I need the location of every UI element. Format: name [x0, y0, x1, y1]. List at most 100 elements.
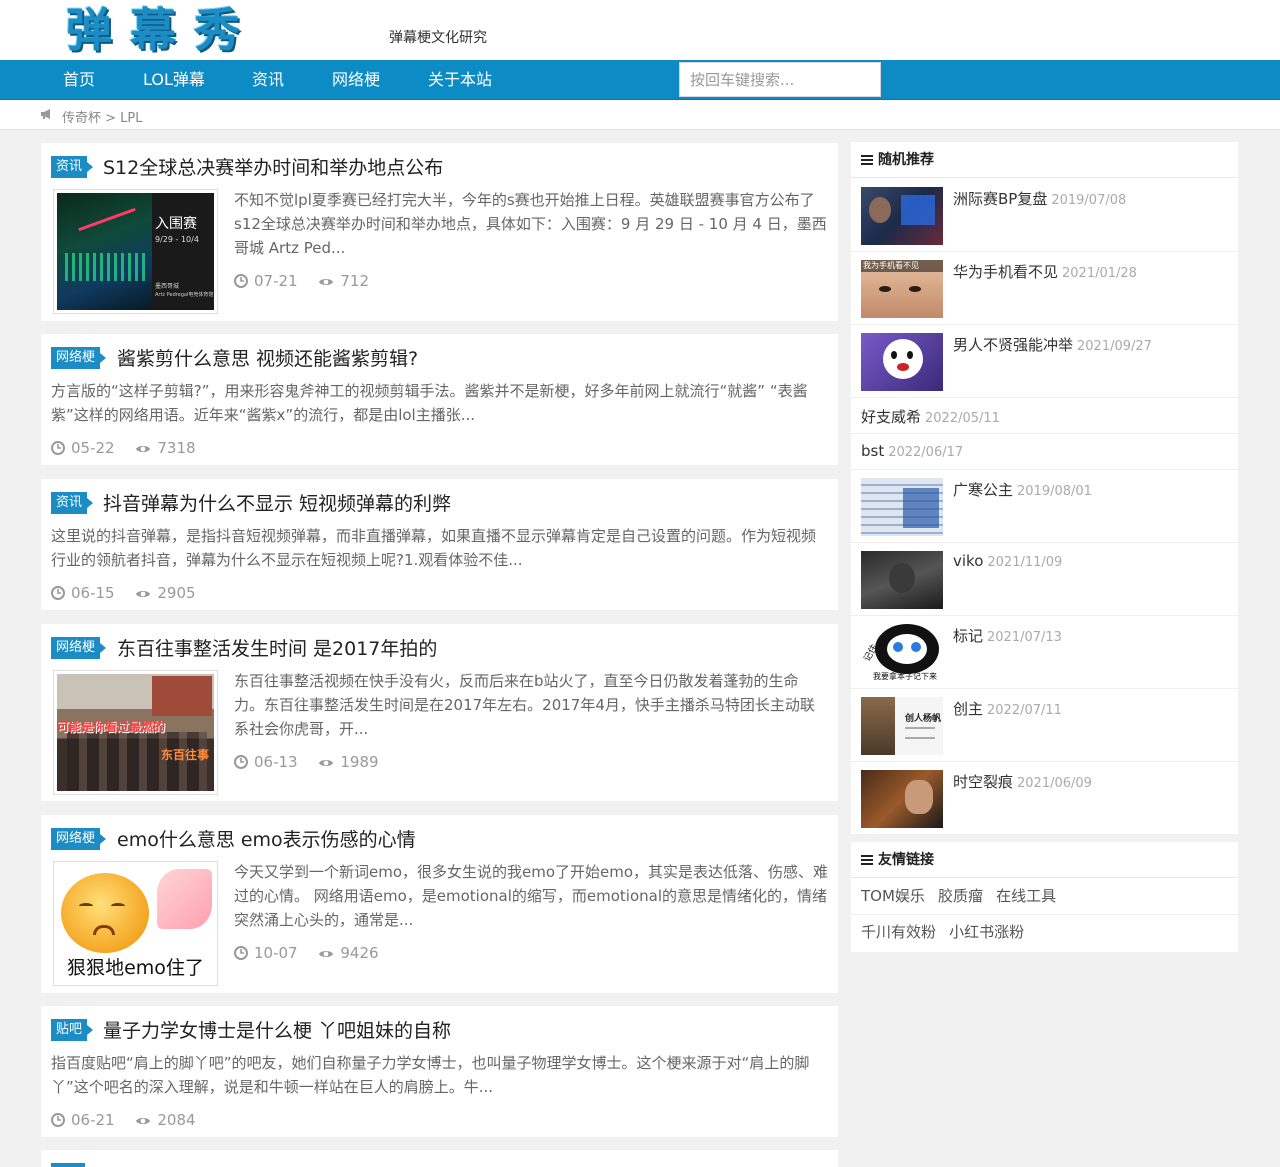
- rec-title[interactable]: viko 2021/11/09: [953, 552, 1062, 570]
- article-tag[interactable]: 贴吧: [51, 1019, 94, 1041]
- eye-icon: [136, 1118, 151, 1124]
- rec-thumbnail[interactable]: [861, 187, 943, 245]
- thumb-text: 创人杨帆: [905, 714, 942, 724]
- article-card: 网络梗 酱紫剪什么意思 视频还能酱紫剪辑? 方言版的“这样子剪辑?”，用来形容鬼…: [41, 334, 838, 465]
- clock-icon: [51, 441, 65, 455]
- random-widget: 随机推荐 洲际赛BP复盘 2019/07/08 我为手机看不见 华为手机看不见 20…: [851, 142, 1238, 834]
- rec-item[interactable]: 广寒公主 2019/08/01: [851, 470, 1238, 543]
- rec-item[interactable]: 男人不贤强能冲举 2021/09/27: [851, 325, 1238, 398]
- article-tag[interactable]: 网络梗: [51, 347, 107, 369]
- article-card: 资讯 S12全球总决赛举办时间和举办地点公布 入围赛 9/29 - 10/4 墨…: [41, 143, 838, 321]
- rec-title[interactable]: 标记 2021/07/13: [953, 625, 1062, 646]
- rec-thumbnail[interactable]: [861, 478, 943, 536]
- article-title[interactable]: 量子力学女博士是什么梗 丫吧姐妹的自称: [103, 1016, 451, 1043]
- thumb-caption: 我为手机看不见: [861, 260, 943, 272]
- rec-title[interactable]: 男人不贤强能冲举 2021/09/27: [953, 334, 1152, 355]
- article-thumbnail[interactable]: 入围赛 9/29 - 10/4 墨西哥城 Artz Pedregal电竞体育馆: [53, 189, 218, 314]
- eye-icon: [136, 446, 151, 452]
- article-meta: 10-07 9426: [234, 944, 379, 962]
- clock-icon: [234, 274, 248, 288]
- main-nav: 首页 LOL弹幕 资讯 网络梗 关于本站: [0, 60, 1280, 100]
- thumb-caption: 我要拿本子记下来: [873, 672, 937, 681]
- article-tag[interactable]: 网络梗: [51, 637, 107, 659]
- breadcrumb-text[interactable]: 传奇杯 > LPL: [62, 107, 142, 126]
- article-excerpt: 指百度贴吧“肩上的脚丫吧”的吧友，她们自称量子力学女博士，也叫量子物理学女博士。…: [51, 1054, 810, 1096]
- rec-item[interactable]: bst 2022/06/17: [851, 434, 1238, 470]
- rec-item[interactable]: 创人杨帆 创主 2022/07/11: [851, 689, 1238, 762]
- article-excerpt: 这里说的抖音弹幕，是指抖音短视频弹幕，而非直播弹幕，如果直播不显示弹幕肯定是自己…: [51, 527, 817, 569]
- links-widget: 友情链接 TOM娱乐 胶质瘤 在线工具 千川有效粉 小红书涨粉: [851, 842, 1238, 952]
- rec-title[interactable]: bst 2022/06/17: [861, 442, 963, 460]
- eye-icon: [319, 279, 334, 285]
- article-date: 06-21: [71, 1111, 115, 1129]
- friend-link[interactable]: TOM娱乐: [861, 887, 925, 905]
- article-meta: 05-22 7318: [51, 439, 196, 457]
- site-tagline: 弹幕梗文化研究: [389, 30, 487, 46]
- thumb-text: 墨西哥城: [155, 283, 180, 290]
- nav-item-home[interactable]: 首页: [63, 60, 95, 100]
- article-title[interactable]: 东百往事整活发生时间 是2017年拍的: [117, 634, 437, 661]
- article-views: 9426: [340, 944, 379, 962]
- rec-item[interactable]: viko 2021/11/09: [851, 543, 1238, 616]
- rec-thumbnail[interactable]: 我为手机看不见: [861, 260, 943, 318]
- rec-thumbnail[interactable]: [861, 551, 943, 609]
- rec-item[interactable]: 好支威希 2022/05/11: [851, 398, 1238, 434]
- rec-item[interactable]: 洲际赛BP复盘 2019/07/08: [851, 179, 1238, 252]
- rec-item[interactable]: 我为手机看不见 华为手机看不见 2021/01/28: [851, 252, 1238, 325]
- article-date: 05-22: [71, 439, 115, 457]
- rec-thumbnail[interactable]: 记住 我要拿本子记下来: [861, 624, 943, 682]
- thumb-text: 入围赛: [155, 216, 197, 232]
- rec-item[interactable]: 记住 我要拿本子记下来 标记 2021/07/13: [851, 616, 1238, 689]
- rec-thumbnail[interactable]: 创人杨帆: [861, 697, 943, 755]
- article-title[interactable]: 酱紫剪什么意思 视频还能酱紫剪辑?: [117, 344, 418, 371]
- site-logo[interactable]: 弹幕秀: [66, 2, 258, 58]
- rec-thumbnail[interactable]: [861, 333, 943, 391]
- article-tag[interactable]: [51, 1163, 85, 1167]
- nav-item-memes[interactable]: 网络梗: [332, 60, 380, 100]
- friend-link[interactable]: 千川有效粉: [861, 923, 936, 941]
- search-input[interactable]: [679, 62, 881, 97]
- article-tag[interactable]: 资讯: [51, 156, 94, 178]
- eye-icon: [136, 591, 151, 597]
- rec-title[interactable]: 广寒公主 2019/08/01: [953, 479, 1092, 500]
- rec-title[interactable]: 洲际赛BP复盘 2019/07/08: [953, 188, 1126, 209]
- article-views: 712: [340, 272, 370, 290]
- friend-link[interactable]: 胶质瘤: [938, 887, 983, 905]
- nav-item-about[interactable]: 关于本站: [428, 60, 492, 100]
- nav-item-lol[interactable]: LOL弹幕: [143, 60, 205, 100]
- article-title[interactable]: 抖音弹幕为什么不显示 短视频弹幕的利弊: [103, 489, 451, 516]
- article-thumbnail[interactable]: 狠狠地emo住了: [53, 861, 218, 986]
- clock-icon: [234, 946, 248, 960]
- article-tag[interactable]: 资讯: [51, 492, 94, 514]
- clock-icon: [51, 1113, 65, 1127]
- article-date: 07-21: [254, 272, 298, 290]
- widget-title: 友情链接: [851, 842, 1238, 878]
- links-row: 千川有效粉 小红书涨粉: [861, 921, 1032, 942]
- article-card: 网络梗 东百往事整活发生时间 是2017年拍的 可能是你看过最燃的 东百往事 东…: [41, 624, 838, 801]
- rec-title[interactable]: 华为手机看不见 2021/01/28: [953, 261, 1137, 282]
- article-title[interactable]: emo什么意思 emo表示伤感的心情: [117, 825, 416, 852]
- friend-link[interactable]: 小红书涨粉: [949, 923, 1024, 941]
- article-card: [41, 1150, 838, 1167]
- thumb-text: Artz Pedregal电竞体育馆: [155, 292, 214, 298]
- rec-item[interactable]: 时空裂痕 2021/06/09: [851, 762, 1238, 834]
- article-date: 10-07: [254, 944, 298, 962]
- widget-title: 随机推荐: [851, 142, 1238, 178]
- rec-title[interactable]: 好支威希 2022/05/11: [861, 406, 1000, 427]
- article-date: 06-13: [254, 753, 298, 771]
- article-excerpt: 东百往事整活视频在快手没有火，反而后来在b站火了，直至今日仍散发着蓬勃的生命力。…: [234, 672, 815, 738]
- friend-link[interactable]: 在线工具: [996, 887, 1056, 905]
- article-card: 资讯 抖音弹幕为什么不显示 短视频弹幕的利弊 这里说的抖音弹幕，是指抖音短视频弹…: [41, 479, 838, 610]
- nav-item-news[interactable]: 资讯: [252, 60, 284, 100]
- rec-thumbnail[interactable]: [861, 770, 943, 828]
- article-excerpt: 不知不觉lpl夏季赛已经打完大半，今年的s赛也开始推上日程。英雄联盟赛事官方公布…: [234, 191, 827, 257]
- article-excerpt: 方言版的“这样子剪辑?”，用来形容鬼斧神工的视频剪辑手法。酱紫并不是新梗，好多年…: [51, 382, 808, 424]
- site-header: 弹幕秀 弹幕梗文化研究: [0, 0, 1280, 60]
- article-thumbnail[interactable]: 可能是你看过最燃的 东百往事: [53, 670, 218, 795]
- article-title[interactable]: S12全球总决赛举办时间和举办地点公布: [103, 153, 443, 180]
- eye-icon: [319, 760, 334, 766]
- article-tag[interactable]: 网络梗: [51, 828, 107, 850]
- rec-title[interactable]: 创主 2022/07/11: [953, 698, 1062, 719]
- list-icon: [861, 155, 873, 165]
- rec-title[interactable]: 时空裂痕 2021/06/09: [953, 771, 1092, 792]
